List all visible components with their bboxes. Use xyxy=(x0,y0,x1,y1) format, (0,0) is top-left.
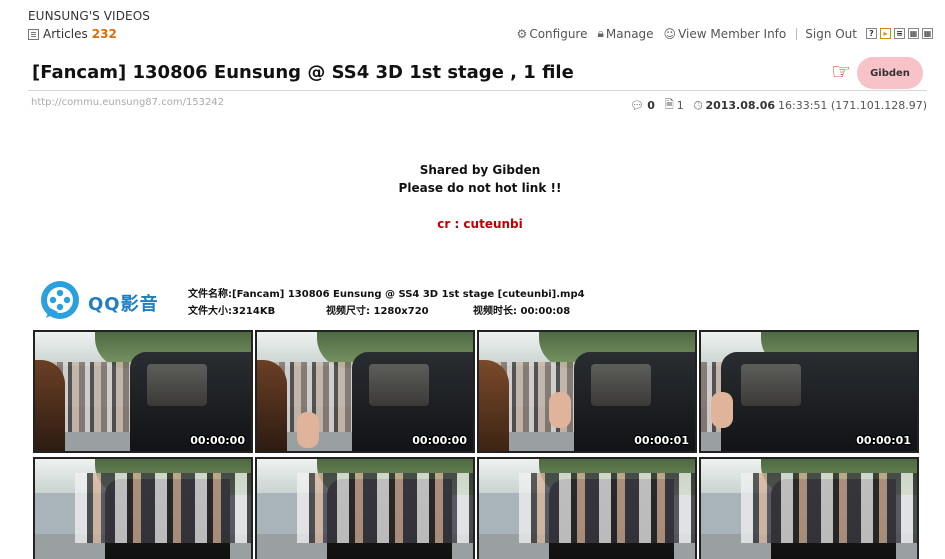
no-hotlink-text: Please do not hot link !! xyxy=(398,181,562,195)
thumbnail-timestamp: 00:00:01 xyxy=(634,434,689,447)
help-button[interactable]: ? xyxy=(866,28,877,39)
divider xyxy=(796,27,798,40)
post-title: [Fancam] 130806 Eunsung @ SS4 3D 1st sta… xyxy=(32,62,574,83)
top-links: ⚙ Configure 🔒︎ Manage ☺ View Member Info… xyxy=(517,26,933,41)
qq-player-name: QQ影音 xyxy=(88,294,159,315)
view-member-info-link[interactable]: ☺ View Member Info xyxy=(664,27,787,41)
video-duration: 视频时长: 00:00:08 xyxy=(473,306,571,317)
comments-count: 💬︎ 0 xyxy=(630,99,655,112)
file-icon: 🗎 xyxy=(664,98,674,111)
qq-player-logo-icon xyxy=(41,281,79,319)
list-icon xyxy=(28,28,39,40)
comment-icon: 💬︎ xyxy=(630,99,645,112)
sign-out-link[interactable]: Sign Out xyxy=(805,27,857,41)
pointing-hand-icon: ☞ xyxy=(831,60,851,85)
post-url[interactable]: http://commu.eunsung87.com/153242 xyxy=(31,97,224,108)
author-area: ☞ Gibden xyxy=(831,57,923,89)
user-icon: ☺ xyxy=(663,26,677,41)
thumbnail-timestamp: 00:00:01 xyxy=(856,434,911,447)
files-count[interactable]: 🗎 1 xyxy=(665,96,684,115)
video-thumbnail[interactable] xyxy=(255,457,475,559)
video-thumbnail[interactable]: 00:00:01 xyxy=(699,330,919,453)
post-datetime: 🕓︎ 2013.08.06 16:33:51 (171.101.128.97) xyxy=(693,98,927,113)
video-resolution: 视频尺寸: 1280x720 xyxy=(326,306,429,317)
video-thumbnail[interactable] xyxy=(33,457,253,559)
shared-by-text: Shared by Gibden xyxy=(419,163,541,177)
video-thumbnail[interactable]: 00:00:00 xyxy=(33,330,253,453)
file-info: 文件名称:[Fancam] 130806 Eunsung @ SS4 3D 1s… xyxy=(188,286,585,320)
video-thumbnail[interactable]: 00:00:01 xyxy=(477,330,697,453)
file-size: 文件大小:3214KB xyxy=(188,306,276,317)
clock-icon: 🕓︎ xyxy=(693,98,703,112)
author-badge[interactable]: Gibden xyxy=(857,57,923,89)
articles-count: Articles 232 xyxy=(28,27,117,41)
board-title: EUNSUNG'S VIDEOS xyxy=(28,9,150,23)
player-header: QQ影音 文件名称:[Fancam] 130806 Eunsung @ SS4 … xyxy=(38,278,598,324)
post-meta: 💬︎ 0 🗎 1 🕓︎ 2013.08.06 16:33:51 (171.101… xyxy=(620,96,927,115)
video-thumbnail[interactable]: 00:00:00 xyxy=(255,330,475,453)
lock-icon: 🔒︎ xyxy=(597,26,604,40)
thumbnail-grid: 00:00:00 00:00:00 00:00:01 00:00:01 xyxy=(33,330,919,559)
list-view-button[interactable]: ≡ xyxy=(894,28,905,39)
webzine-view-button[interactable]: ▦ xyxy=(908,28,919,39)
divider-line xyxy=(28,90,927,91)
manage-link[interactable]: 🔒︎ Manage xyxy=(597,26,653,41)
video-thumbnail[interactable] xyxy=(477,457,697,559)
rss-button[interactable]: ▸ xyxy=(880,28,891,39)
configure-link[interactable]: ⚙ Configure xyxy=(517,27,588,41)
thumbnail-timestamp: 00:00:00 xyxy=(412,434,467,447)
articles-number: 232 xyxy=(91,27,117,41)
thumbnail-timestamp: 00:00:00 xyxy=(190,434,245,447)
gear-icon: ⚙ xyxy=(516,26,528,41)
articles-label: Articles xyxy=(43,27,88,41)
file-name: 文件名称:[Fancam] 130806 Eunsung @ SS4 3D 1s… xyxy=(188,289,585,300)
gallery-view-button[interactable]: ▦ xyxy=(922,28,933,39)
video-thumbnail[interactable] xyxy=(699,457,919,559)
credit-text: cr : cuteunbi xyxy=(437,217,523,231)
